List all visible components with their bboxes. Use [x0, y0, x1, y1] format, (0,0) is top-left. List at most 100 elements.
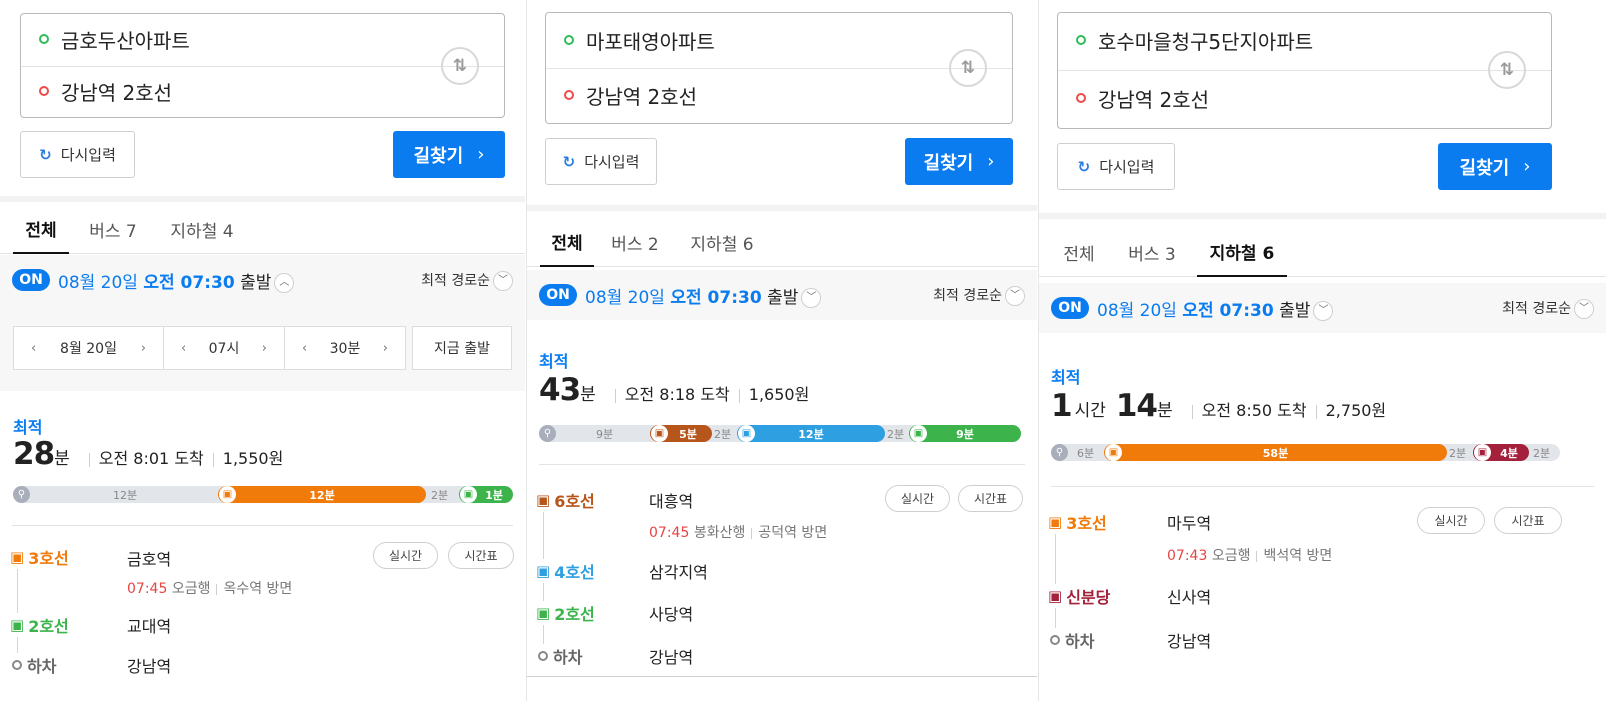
reset-button[interactable]: ↻ 다시입력 [545, 138, 657, 185]
on-badge[interactable]: ON [1051, 297, 1089, 319]
transfer-duration: 2분 [431, 489, 449, 502]
tab-subway[interactable]: 지하철 6 [683, 217, 761, 267]
walk-duration: 9분 [596, 428, 614, 441]
reset-button[interactable]: ↻ 다시입력 [1057, 143, 1175, 190]
chevron-right-icon[interactable]: › [141, 341, 146, 356]
search-box: 마포태영아파트 강남역 2호선 ⇅ [545, 12, 1013, 124]
walk-icon: ⚲ [539, 425, 556, 442]
realtime-button[interactable]: 실시간 [885, 485, 950, 512]
divider [12, 525, 513, 526]
chevron-down-icon[interactable]: ﹀ [1313, 301, 1334, 321]
station-name[interactable]: 강남역 [649, 644, 693, 668]
chevron-right-icon[interactable]: › [383, 341, 388, 356]
date-stepper[interactable]: ‹ 8월 20일 › [13, 326, 164, 370]
departure-bar: ON 08월 20일 오전 07:30 출발 ﹀ 최적 경로순 ﹀ [1039, 283, 1606, 333]
reset-button[interactable]: ↻ 다시입력 [20, 131, 135, 178]
origin-field[interactable]: 마포태영아파트 [564, 25, 942, 55]
sort-dropdown[interactable]: 최적 경로순 ﹀ [421, 270, 513, 291]
route-panel-2: 마포태영아파트 강남역 2호선 ⇅ ↻ 다시입력 길찾기 › 전체 버스 2 지하철… [527, 0, 1037, 701]
search-button[interactable]: 길찾기 › [393, 131, 505, 178]
chevron-up-icon[interactable]: ︿ [274, 273, 295, 293]
search-box: 금호두산아파트 강남역 2호선 ⇅ [20, 13, 505, 118]
origin-field[interactable]: 호수마을청구5단지아파트 [1076, 25, 1481, 55]
section-gap [1039, 213, 1606, 219]
depart-now-button[interactable]: 지금 출발 [412, 326, 512, 370]
origin-text: 호수마을청구5단지아파트 [1098, 29, 1314, 54]
station-name[interactable]: 마두역 [1167, 510, 1211, 534]
step-line-label: ▣ 2호선 [536, 601, 595, 625]
on-badge[interactable]: ON [539, 284, 577, 306]
sort-label: 최적 경로순 [933, 288, 1002, 304]
fare: 1,550원 [222, 449, 284, 468]
segment-duration: 5분 [679, 427, 697, 441]
tab-subway[interactable]: 지하철 4 [162, 204, 242, 254]
route-timeline: ⚲ 6분 ▣ 58분 2분 ▣ 4분 2분 [1051, 444, 1560, 461]
sort-dropdown[interactable]: 최적 경로순 ﹀ [1502, 298, 1594, 319]
search-button[interactable]: 길찾기 › [905, 138, 1013, 185]
departure-time[interactable]: 08월 20일 오전 07:30 출발 ︿ [58, 268, 295, 293]
date-value: 8월 20일 [60, 341, 117, 357]
minute-stepper[interactable]: ‹ 30분 › [284, 326, 406, 370]
chevron-left-icon[interactable]: ‹ [302, 341, 307, 356]
train-icon: ▣ [536, 491, 551, 509]
station-name[interactable]: 대흥역 [649, 488, 693, 512]
swap-icon[interactable]: ⇅ [1488, 51, 1526, 89]
station-name[interactable]: 삼각지역 [649, 559, 708, 583]
search-label: 길찾기 [1459, 157, 1510, 179]
realtime-button[interactable]: 실시간 [1417, 507, 1485, 534]
tab-all[interactable]: 전체 [540, 217, 594, 267]
station-name[interactable]: 사당역 [649, 601, 693, 625]
tab-bus[interactable]: 버스 7 [81, 204, 145, 254]
departure-bar: ON 08월 20일 오전 07:30 출발 ︿ 최적 경로순 ﹀ [0, 255, 525, 305]
realtime-button[interactable]: 실시간 [373, 542, 438, 569]
departure-time[interactable]: 08월 20일 오전 07:30 출발 ﹀ [1097, 296, 1334, 321]
chevron-right-icon[interactable]: › [262, 341, 267, 356]
route-summary[interactable]: 43분 오전 8:18 도착 1,650원 [539, 372, 809, 408]
train-icon: ▣ [651, 425, 668, 442]
destination-field[interactable]: 강남역 2호선 [564, 80, 942, 110]
train-icon: ▣ [460, 486, 477, 503]
station-name[interactable]: 금호역 [127, 546, 171, 570]
on-badge[interactable]: ON [12, 269, 50, 291]
destination-text: 강남역 2호선 [586, 84, 698, 109]
sort-dropdown[interactable]: 최적 경로순 ﹀ [933, 285, 1025, 306]
swap-icon[interactable]: ⇅ [441, 47, 479, 85]
tab-all[interactable]: 전체 [13, 204, 69, 254]
route-summary[interactable]: 1 시간 14분 오전 8:50 도착 2,750원 [1051, 388, 1386, 424]
destination-field[interactable]: 강남역 2호선 [39, 76, 434, 106]
route-panel-1: 금호두산아파트 강남역 2호선 ⇅ ↻ 다시입력 길찾기 › 전체 버스 7 지하철… [0, 0, 525, 701]
station-name[interactable]: 신사역 [1167, 584, 1211, 608]
swap-icon[interactable]: ⇅ [949, 49, 987, 87]
time-selector: ‹ 8월 20일 › ‹ 07시 › ‹ 30분 › 지금 출발 [0, 305, 525, 391]
hour-stepper[interactable]: ‹ 07시 › [163, 326, 285, 370]
best-label: 최적 [13, 418, 43, 437]
sort-label: 최적 경로순 [1502, 301, 1571, 317]
section-gap [527, 205, 1037, 211]
tab-bar: 전체 버스 3 지하철 6 [1039, 227, 1606, 277]
destination-dot-icon [1076, 93, 1086, 103]
search-label: 길찾기 [413, 145, 464, 167]
origin-field[interactable]: 금호두산아파트 [39, 24, 434, 54]
station-name[interactable]: 교대역 [127, 613, 171, 637]
tab-bus[interactable]: 버스 2 [607, 217, 663, 267]
timetable-button[interactable]: 시간표 [1494, 507, 1562, 534]
train-direction: 07:43 오금행 백석역 방면 [1167, 548, 1333, 564]
timetable-button[interactable]: 시간표 [448, 542, 514, 569]
departure-time[interactable]: 08월 20일 오전 07:30 출발 ﹀ [585, 283, 822, 308]
search-button[interactable]: 길찾기 › [1438, 143, 1552, 190]
chevron-left-icon[interactable]: ‹ [181, 341, 186, 356]
station-name[interactable]: 강남역 [127, 653, 171, 677]
destination-field[interactable]: 강남역 2호선 [1076, 83, 1481, 113]
fare: 1,650원 [748, 385, 810, 404]
tab-subway[interactable]: 지하철 6 [1197, 227, 1287, 277]
chevron-down-icon[interactable]: ﹀ [801, 288, 822, 308]
duration-minutes: 14 [1115, 388, 1158, 424]
divider [546, 68, 1012, 69]
timetable-button[interactable]: 시간표 [958, 485, 1023, 512]
route-summary[interactable]: 28분 오전 8:01 도착 1,550원 [13, 436, 283, 472]
tab-all[interactable]: 전체 [1052, 227, 1106, 277]
station-name[interactable]: 강남역 [1167, 628, 1211, 652]
chevron-left-icon[interactable]: ‹ [31, 341, 36, 356]
tab-bus[interactable]: 버스 3 [1122, 227, 1182, 277]
tab-bar: 전체 버스 2 지하철 6 [527, 217, 1037, 267]
